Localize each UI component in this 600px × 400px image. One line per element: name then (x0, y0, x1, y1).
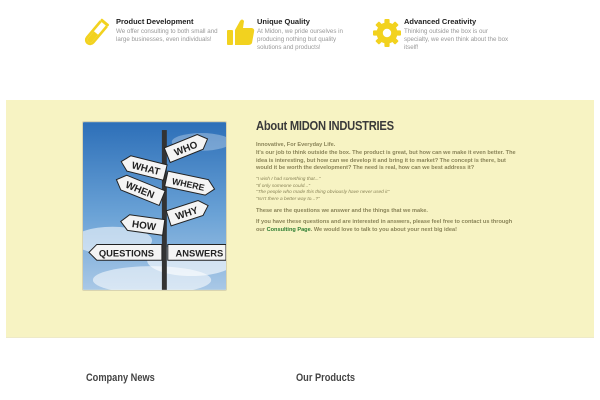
quote-list: "I wish I had something that..." "If onl… (256, 177, 518, 203)
signpost-image: WHO WHAT WHERE WHEN WHY HOW QUESTIONS AN… (82, 121, 227, 291)
about-tagline: Innovative, For Everyday Life. (256, 142, 336, 148)
about-contact-text: If you have these questions and are inte… (256, 219, 518, 234)
feature-text: We offer consulting to both small and la… (116, 28, 218, 44)
about-title: About MIDON INDUSTRIES (256, 118, 394, 133)
about-intro: Innovative, For Everyday Life. It's our … (256, 142, 518, 173)
feature-text: At Midon, we pride ourselves in producin… (257, 28, 343, 52)
feature-title: Product Development (116, 17, 194, 26)
thumbs-up-icon (227, 19, 255, 45)
about-section: WHO WHAT WHERE WHEN WHY HOW QUESTIONS AN… (6, 100, 594, 337)
section-divider (6, 337, 594, 338)
features-row: Product Development We offer consulting … (0, 0, 600, 100)
contact-text-after: . We would love to talk to you about you… (310, 226, 457, 233)
feature-text: Thinking outside the box is our specialt… (404, 28, 509, 52)
sign-label: QUESTIONS (99, 248, 154, 258)
quote-item: "Isn't there a better way to...?" (256, 196, 320, 202)
test-tube-icon (84, 18, 110, 46)
about-intro-body: It's our job to think outside the box. T… (256, 149, 516, 172)
sign-label: ANSWERS (175, 248, 223, 258)
feature-title: Advanced Creativity (404, 17, 477, 26)
our-products-heading: Our Products (296, 372, 356, 384)
about-text: About MIDON INDUSTRIES Innovative, For E… (256, 118, 518, 234)
about-mid-text: These are the questions we answer and th… (256, 207, 428, 214)
feature-title: Unique Quality (257, 17, 310, 26)
consulting-page-link[interactable]: Consulting Page (267, 227, 311, 233)
quote-item: "I wish I had something that..." (256, 177, 321, 183)
quote-item: "The people who made this thing obviousl… (256, 190, 390, 196)
company-news-heading: Company News (86, 372, 155, 384)
gear-icon (373, 19, 401, 47)
